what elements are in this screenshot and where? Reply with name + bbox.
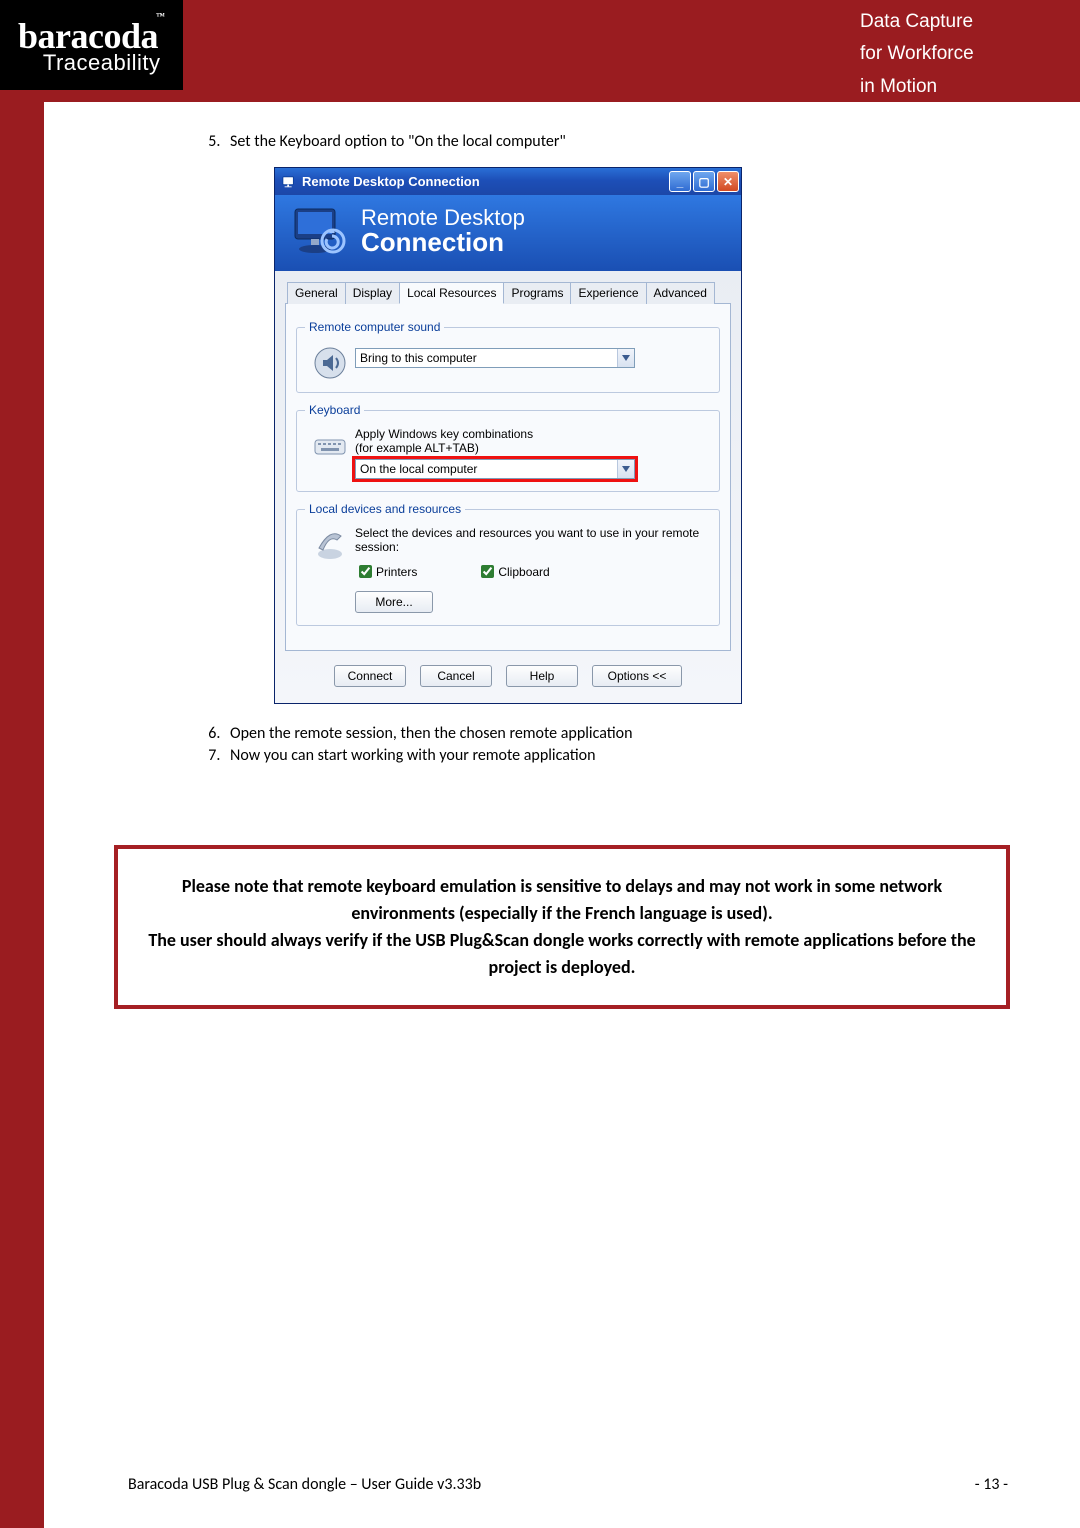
tagline: Data Capture for Workforce in Motion (860, 0, 1080, 102)
step-6: Open the remote session, then the chosen… (224, 724, 1010, 743)
rdc-banner-icon (289, 203, 349, 259)
tagline-line: Data Capture (860, 6, 1020, 38)
close-icon: ✕ (723, 176, 733, 188)
step-5: Set the Keyboard option to "On the local… (224, 132, 1010, 151)
rdc-title-text: Remote Desktop Connection (302, 174, 669, 189)
keyboard-desc-l1: Apply Windows key combinations (355, 427, 711, 441)
clipboard-checkbox-input[interactable] (481, 565, 494, 578)
keyboard-icon (305, 427, 355, 463)
footer-page-number: - 13 - (975, 1475, 1008, 1494)
clipboard-checkbox[interactable]: Clipboard (477, 562, 549, 581)
devices-desc: Select the devices and resources you wan… (355, 526, 711, 554)
rdc-tabstrip: General Display Local Resources Programs… (285, 281, 731, 304)
rdc-button-row: Connect Cancel Help Options << (285, 651, 731, 693)
maximize-icon: ▢ (698, 176, 709, 188)
tab-general[interactable]: General (287, 282, 346, 304)
group-keyboard: Keyboard Apply Windows key combinations … (296, 403, 720, 492)
maximize-button[interactable]: ▢ (693, 171, 715, 192)
chevron-down-icon (617, 460, 634, 478)
group-keyboard-legend: Keyboard (305, 403, 364, 417)
step-list: Set the Keyboard option to "On the local… (194, 132, 1010, 151)
keyboard-select[interactable]: On the local computer (355, 459, 635, 479)
rdc-window: Remote Desktop Connection _ ▢ ✕ (274, 167, 742, 704)
tagline-line: in Motion (860, 71, 1020, 103)
rdc-titlebar[interactable]: Remote Desktop Connection _ ▢ ✕ (275, 168, 741, 195)
document-page: baracoda™ Traceability Data Capture for … (0, 0, 1080, 1528)
step-list-cont: Open the remote session, then the chosen… (194, 724, 1010, 765)
cancel-button[interactable]: Cancel (420, 665, 492, 687)
group-remote-sound: Remote computer sound Bring to this comp… (296, 320, 720, 393)
rdc-tab-panel: Remote computer sound Bring to this comp… (285, 304, 731, 651)
tagline-line: for Workforce (860, 38, 1020, 70)
logo-main-text: baracoda (18, 16, 158, 56)
group-local-devices: Local devices and resources Select the d… (296, 502, 720, 626)
left-margin-strip (0, 102, 44, 1528)
plug-icon (305, 526, 355, 562)
speaker-icon (305, 344, 355, 380)
minimize-button[interactable]: _ (669, 171, 691, 192)
tab-advanced[interactable]: Advanced (646, 282, 715, 304)
clipboard-label: Clipboard (498, 565, 549, 579)
window-controls: _ ▢ ✕ (669, 171, 739, 192)
note-paragraph-2: The user should always verify if the USB… (138, 927, 986, 981)
rdc-banner: Remote Desktop Connection (275, 195, 741, 271)
step-7: Now you can start working with your remo… (224, 746, 1010, 765)
header-bar: baracoda™ Traceability Data Capture for … (0, 0, 1080, 102)
tab-programs[interactable]: Programs (503, 282, 571, 304)
help-button[interactable]: Help (506, 665, 578, 687)
connect-button[interactable]: Connect (334, 665, 406, 687)
keyboard-select-value: On the local computer (360, 462, 477, 476)
tab-local-resources[interactable]: Local Resources (399, 282, 504, 304)
keyboard-desc-l2: (for example ALT+TAB) (355, 441, 711, 455)
group-local-devices-legend: Local devices and resources (305, 502, 465, 516)
brand-logo: baracoda™ Traceability (0, 0, 183, 90)
rdc-body: General Display Local Resources Programs… (275, 271, 741, 703)
page-content: Set the Keyboard option to "On the local… (44, 102, 1080, 1039)
chevron-down-icon (617, 349, 634, 367)
printers-label: Printers (376, 565, 417, 579)
page-footer: Baracoda USB Plug & Scan dongle – User G… (128, 1475, 1008, 1494)
sound-select-value: Bring to this computer (360, 351, 477, 365)
rdc-banner-text: Remote Desktop Connection (361, 205, 525, 258)
rdc-banner-line2: Connection (361, 227, 525, 258)
sound-select[interactable]: Bring to this computer (355, 348, 635, 368)
note-paragraph-1: Please note that remote keyboard emulati… (138, 873, 986, 927)
screenshot-container: Remote Desktop Connection _ ▢ ✕ (114, 167, 1010, 704)
more-button[interactable]: More... (355, 591, 433, 613)
footer-doc-title: Baracoda USB Plug & Scan dongle – User G… (128, 1475, 481, 1494)
minimize-icon: _ (677, 176, 684, 188)
logo-trademark: ™ (156, 11, 165, 21)
printers-checkbox[interactable]: Printers (355, 562, 417, 581)
tab-experience[interactable]: Experience (570, 282, 646, 304)
rdc-app-icon (281, 174, 297, 190)
close-button[interactable]: ✕ (717, 171, 739, 192)
tab-display[interactable]: Display (345, 282, 400, 304)
warning-note: Please note that remote keyboard emulati… (114, 845, 1010, 1009)
options-button[interactable]: Options << (592, 665, 682, 687)
group-remote-sound-legend: Remote computer sound (305, 320, 444, 334)
printers-checkbox-input[interactable] (359, 565, 372, 578)
